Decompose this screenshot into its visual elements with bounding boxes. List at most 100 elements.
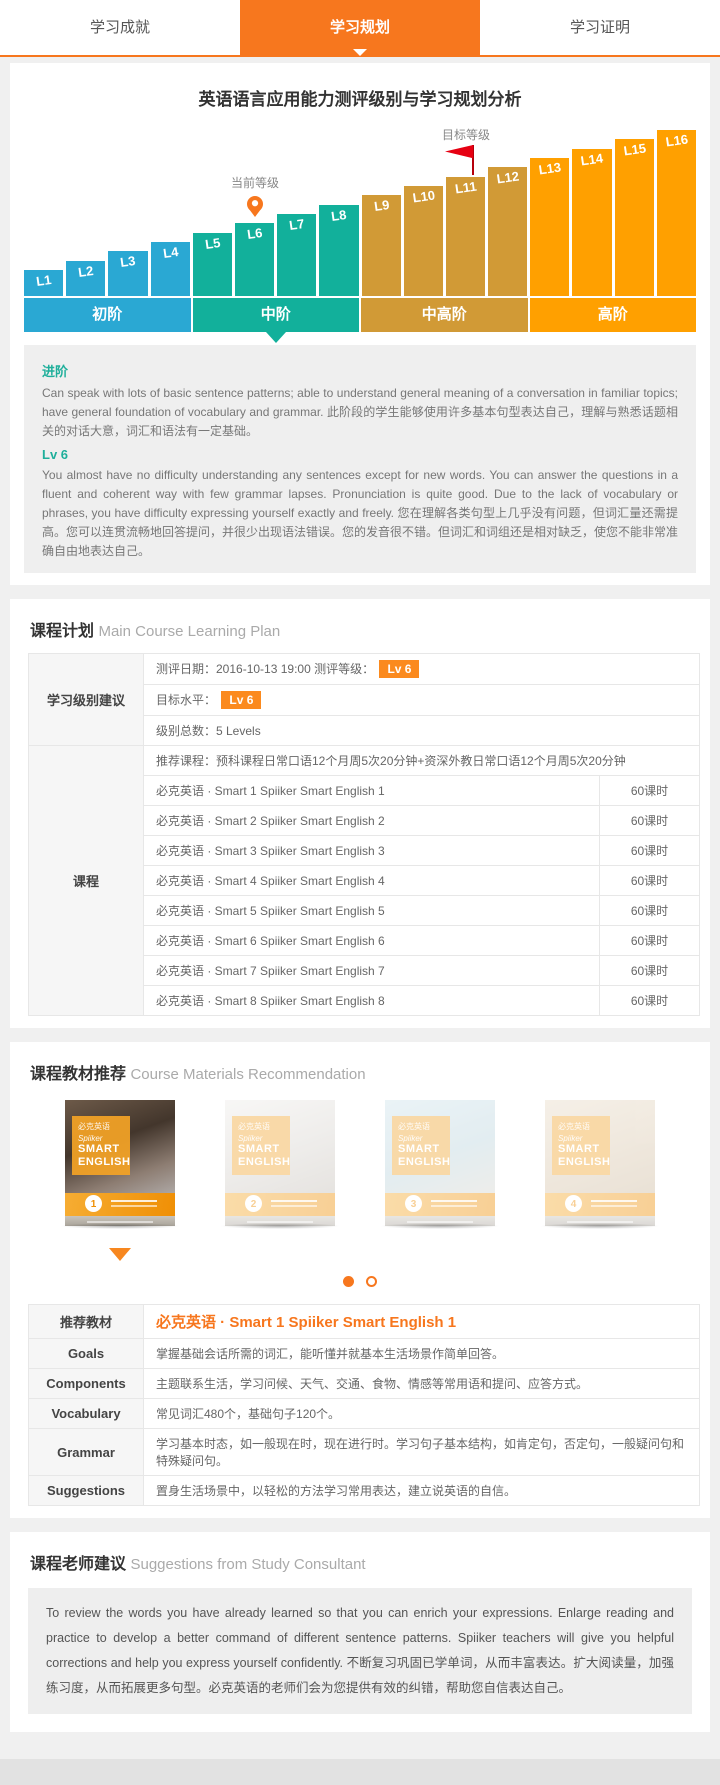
book-label: 必克英语 Spiiker SMART ENGLISH [392, 1116, 450, 1175]
row-label: Components [29, 1369, 144, 1399]
row-value: 常见词汇480个，基础句子120个。 [144, 1399, 700, 1429]
course-hours: 60课时 [600, 986, 700, 1016]
pager-dot-2[interactable] [366, 1276, 377, 1287]
book-label: 必克英语 Spiiker SMART ENGLISH [72, 1116, 130, 1175]
table-row: Components 主题联系生活，学习问候、天气、交通、食物、情感等常用语和提… [29, 1369, 700, 1399]
table-row: Suggestions 置身生活场景中，以轻松的方法学习常用表达，建立说英语的自… [29, 1476, 700, 1506]
level-advice-header: 学习级别建议 [29, 654, 144, 746]
footer-strip [0, 1759, 720, 1785]
consultant-title-en: Suggestions from Study Consultant [130, 1556, 365, 1573]
band-advanced: 高阶 [530, 298, 697, 332]
table-row: 课程 推荐课程：预科课程日常口语12个月周5次20分钟+资深外教日常口语12个月… [29, 746, 700, 776]
book-brand: Spiiker [78, 1134, 126, 1143]
current-level-label: 当前等级 [231, 174, 279, 191]
row-value: 置身生活场景中，以轻松的方法学习常用表达，建立说英语的自信。 [144, 1476, 700, 1506]
level-bar-l4: L4 [151, 242, 190, 296]
level-description: You almost have no difficulty understand… [42, 466, 678, 561]
book-band-decoration [431, 1200, 477, 1202]
course-name: 必克英语 · Smart 2 Spiiker Smart English 2 [144, 806, 600, 836]
tab-learning-achievement[interactable]: 学习成就 [0, 0, 240, 55]
table-row: Grammar 学习基本时态，如一般现在时，现在进行时。学习句子基本结构，如肯定… [29, 1429, 700, 1476]
level-bars: L1 L2 L3 L4 L5 L6 L7 L8 L9 L10 L11 L12 L… [24, 126, 696, 296]
tab-learning-certificate[interactable]: 学习证明 [480, 0, 720, 55]
book-brand-cn: 必克英语 [558, 1121, 606, 1132]
pager-dot-1[interactable] [343, 1276, 354, 1287]
course-plan-title-en: Main Course Learning Plan [98, 623, 280, 640]
level-bar-l5: L5 [193, 233, 232, 296]
book-band-decoration [591, 1200, 637, 1202]
book-title-line1: SMART [238, 1143, 286, 1156]
table-row: Vocabulary 常见词汇480个，基础句子120个。 [29, 1399, 700, 1429]
level-staircase-chart: 当前等级 目标等级 L1 L2 L3 L4 L5 L6 L7 L8 L9 L10… [24, 126, 696, 296]
course-materials-card: 课程教材推荐 Course Materials Recommendation 必… [10, 1042, 710, 1518]
course-name: 必克英语 · Smart 1 Spiiker Smart English 1 [144, 776, 600, 806]
page-title: 英语语言应用能力测评级别与学习规划分析 [24, 85, 696, 110]
table-row: 学习级别建议 测评日期：2016-10-13 19:00 测评等级： Lv 6 [29, 654, 700, 685]
book-cover-2[interactable]: 必克英语 Spiiker SMART ENGLISH 2 [225, 1100, 335, 1228]
assessment-description-box: 进阶 Can speak with lots of basic sentence… [24, 345, 696, 573]
book-slot-1: 必克英语 Spiiker SMART ENGLISH 1 [50, 1100, 190, 1238]
book-slot-3: 必克英语 Spiiker SMART ENGLISH 3 [370, 1100, 510, 1238]
level-bar-l11: L11 [446, 177, 485, 296]
row-label: 推荐教材 [29, 1305, 144, 1339]
book-title-line2: ENGLISH [238, 1156, 286, 1169]
row-value: 学习基本时态，如一般现在时，现在进行时。学习句子基本结构，如肯定句，否定句，一般… [144, 1429, 700, 1476]
level-bar-l7: L7 [277, 214, 316, 296]
book-title-line1: SMART [78, 1143, 126, 1156]
assess-date-cell: 测评日期：2016-10-13 19:00 测评等级： Lv 6 [144, 654, 700, 685]
book-number-badge: 4 [565, 1195, 582, 1212]
book-title-line1: SMART [558, 1143, 606, 1156]
book-cover-4[interactable]: 必克英语 Spiiker SMART ENGLISH 4 [545, 1100, 655, 1228]
book-slot-4: 必克英语 Spiiker SMART ENGLISH 4 [530, 1100, 670, 1238]
material-detail-table: 推荐教材 必克英语 · Smart 1 Spiiker Smart Englis… [28, 1304, 700, 1506]
book-title-line1: SMART [398, 1143, 446, 1156]
book-label: 必克英语 Spiiker SMART ENGLISH [232, 1116, 290, 1175]
stage-heading: 进阶 [42, 361, 678, 380]
book-shelf [370, 1226, 510, 1238]
book-cover-3[interactable]: 必克英语 Spiiker SMART ENGLISH 3 [385, 1100, 495, 1228]
course-hours: 60课时 [600, 956, 700, 986]
level-bar-l9: L9 [362, 195, 401, 296]
book-label: 必克英语 Spiiker SMART ENGLISH [552, 1116, 610, 1175]
row-label: Grammar [29, 1429, 144, 1476]
book-title-line2: ENGLISH [78, 1156, 126, 1169]
level-bar-l15: L15 [615, 139, 654, 296]
level-heading: Lv 6 [42, 447, 678, 462]
book-number-badge: 1 [85, 1195, 102, 1212]
level-group-bands: 初阶 中阶 中高阶 高阶 [24, 298, 696, 332]
active-band-pointer-icon [266, 332, 286, 353]
book-shelf [210, 1226, 350, 1238]
tab-learning-plan[interactable]: 学习规划 [240, 0, 480, 55]
stage-description: Can speak with lots of basic sentence pa… [42, 384, 678, 441]
book-title-line2: ENGLISH [558, 1156, 606, 1169]
book-shelf [530, 1226, 670, 1238]
target-level-label: 目标等级 [442, 126, 490, 143]
level-bar-l14: L14 [572, 149, 611, 296]
assess-date-text: 测评日期：2016-10-13 19:00 测评等级： [156, 662, 374, 676]
book-number-badge: 3 [405, 1195, 422, 1212]
recommend-course-cell: 推荐课程：预科课程日常口语12个月周5次20分钟+资深外教日常口语12个月周5次… [144, 746, 700, 776]
row-value: 掌握基础会话所需的词汇，能听懂并就基本生活场景作简单回答。 [144, 1339, 700, 1369]
level-bar-l6: L6 [235, 223, 274, 296]
top-tab-bar: 学习成就 学习规划 学习证明 [0, 0, 720, 57]
book-shelf [50, 1226, 190, 1238]
level-bar-l12: L12 [488, 167, 527, 296]
row-value: 主题联系生活，学习问候、天气、交通、食物、情感等常用语和提问、应答方式。 [144, 1369, 700, 1399]
book-slot-2: 必克英语 Spiiker SMART ENGLISH 2 [210, 1100, 350, 1238]
band-beginner: 初阶 [24, 298, 191, 332]
row-label: Vocabulary [29, 1399, 144, 1429]
book-cover-1[interactable]: 必克英语 Spiiker SMART ENGLISH 1 [65, 1100, 175, 1228]
row-label: Suggestions [29, 1476, 144, 1506]
book-brand-cn: 必克英语 [78, 1121, 126, 1132]
target-level-flag-icon [472, 145, 474, 175]
course-hours: 60课时 [600, 806, 700, 836]
book-number-badge: 2 [245, 1195, 262, 1212]
consultant-text-box: To review the words you have already lea… [28, 1588, 692, 1714]
carousel-pagination [24, 1274, 696, 1292]
selected-book-pointer-icon [109, 1248, 131, 1272]
table-row: Goals 掌握基础会话所需的词汇，能听懂并就基本生活场景作简单回答。 [29, 1339, 700, 1369]
course-name: 必克英语 · Smart 8 Spiiker Smart English 8 [144, 986, 600, 1016]
book-brand: Spiiker [558, 1134, 606, 1143]
level-bar-l13: L13 [530, 158, 569, 296]
level-bar-l1: L1 [24, 270, 63, 296]
